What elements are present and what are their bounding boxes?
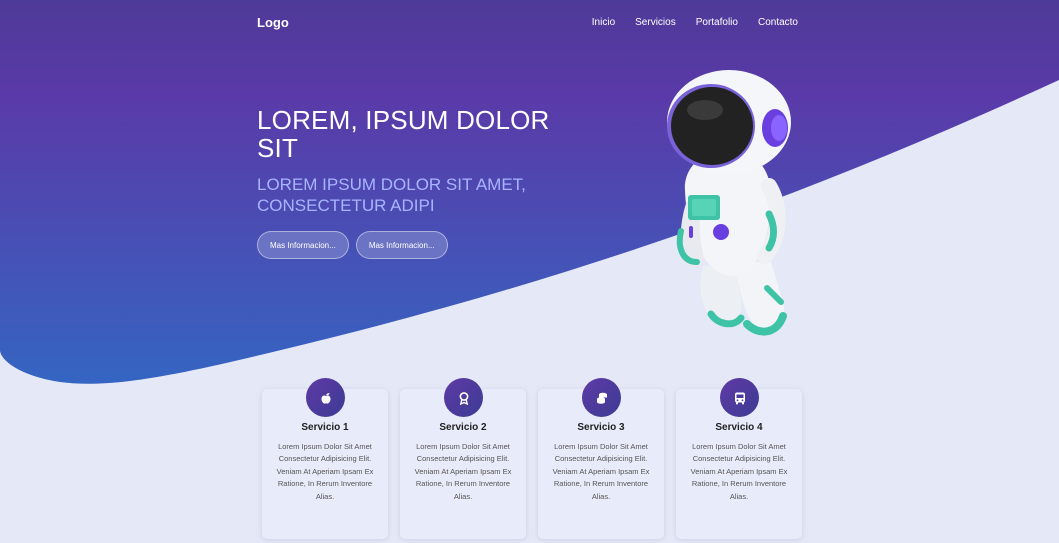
hero-section: LOREM, IPSUM DOLOR SIT LOREM IPSUM DOLOR… [257, 106, 567, 259]
hero-buttons: Mas Informacion... Mas Informacion... [257, 231, 567, 259]
nav-link-inicio[interactable]: Inicio [592, 17, 615, 28]
main-nav: Inicio Servicios Portafolio Contacto [592, 17, 798, 28]
apple-icon [306, 378, 345, 417]
service-title: Servicio 2 [439, 422, 487, 433]
service-description: Lorem Ipsum Dolor Sit Amet Consectetur A… [276, 442, 374, 501]
service-title: Servicio 4 [715, 422, 763, 433]
hero-subtitle: LOREM IPSUM DOLOR SIT AMET, CONSECTETUR … [257, 175, 526, 215]
service-description: Lorem Ipsum Dolor Sit Amet Consectetur A… [690, 442, 788, 501]
services-section: Servicio 1 Lorem Ipsum Dolor Sit Amet Co… [262, 378, 802, 539]
site-header: Logo Inicio Servicios Portafolio Contact… [257, 0, 798, 44]
service-title: Servicio 1 [301, 422, 349, 433]
service-description: Lorem Ipsum Dolor Sit Amet Consectetur A… [414, 442, 512, 501]
nav-link-contacto[interactable]: Contacto [758, 17, 798, 28]
nav-link-portafolio[interactable]: Portafolio [696, 17, 738, 28]
service-description: Lorem Ipsum Dolor Sit Amet Consectetur A… [552, 442, 650, 501]
award-icon [444, 378, 483, 417]
hero-title: LOREM, IPSUM DOLOR SIT [257, 105, 550, 163]
astronaut-illustration [667, 70, 791, 336]
service-card-3[interactable]: Servicio 3 Lorem Ipsum Dolor Sit Amet Co… [538, 378, 664, 539]
more-info-button-1[interactable]: Mas Informacion... [257, 231, 349, 259]
coins-icon [582, 378, 621, 417]
service-title: Servicio 3 [577, 422, 625, 433]
more-info-button-2[interactable]: Mas Informacion... [355, 231, 448, 259]
service-card-1[interactable]: Servicio 1 Lorem Ipsum Dolor Sit Amet Co… [262, 378, 388, 539]
nav-link-servicios[interactable]: Servicios [635, 17, 676, 28]
bus-icon [720, 378, 759, 417]
service-card-4[interactable]: Servicio 4 Lorem Ipsum Dolor Sit Amet Co… [676, 378, 802, 539]
service-card-2[interactable]: Servicio 2 Lorem Ipsum Dolor Sit Amet Co… [400, 378, 526, 539]
logo[interactable]: Logo [257, 15, 289, 30]
